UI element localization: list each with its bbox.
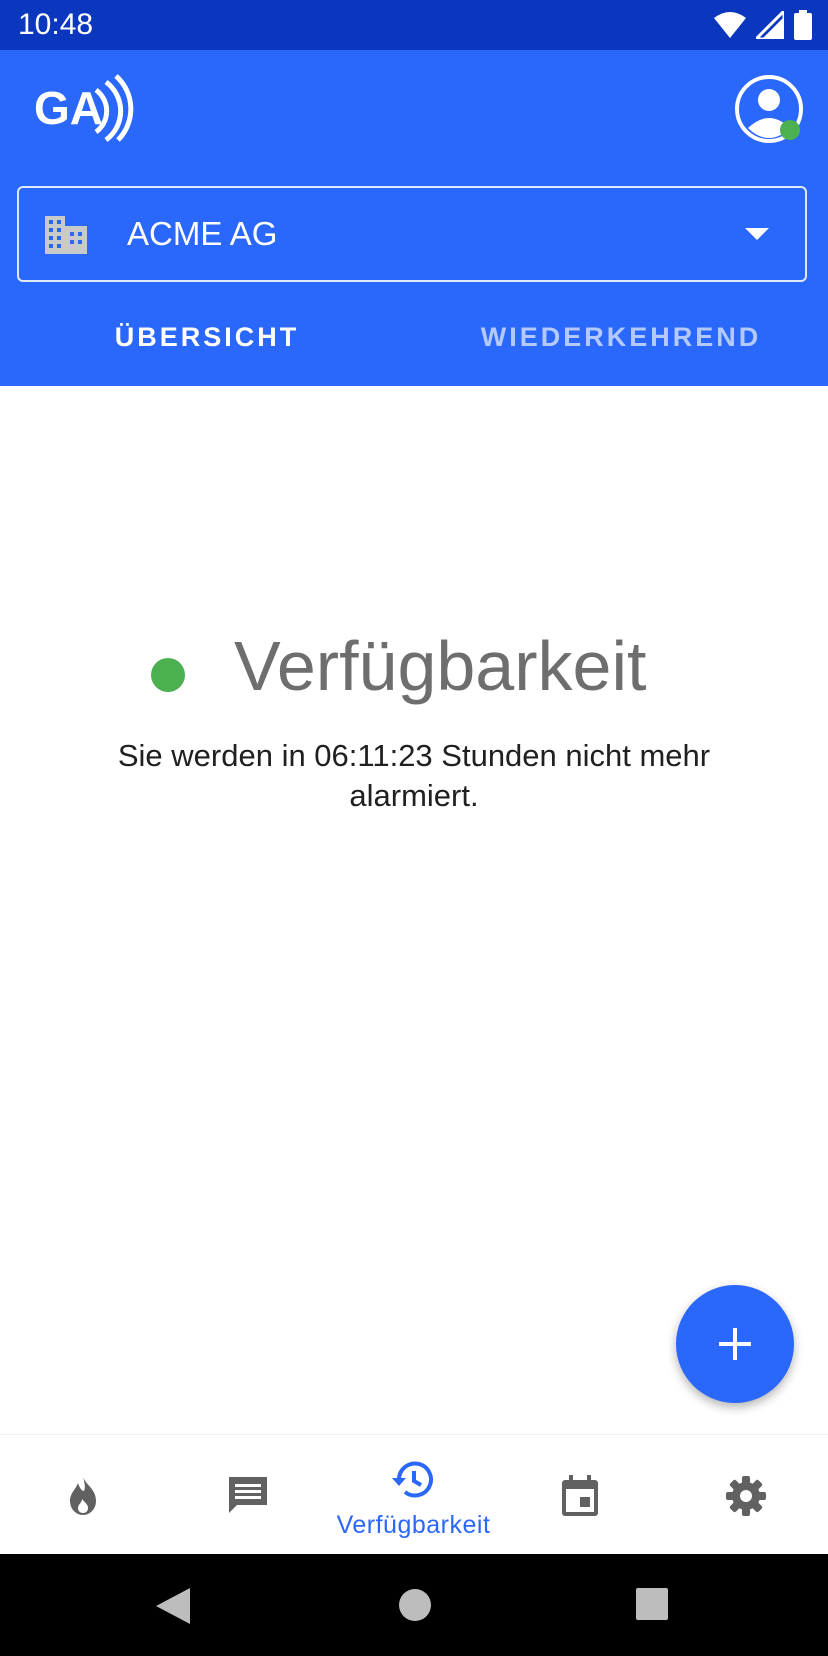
plus-icon [719,1328,751,1360]
tab-wiederkehrend[interactable]: WIEDERKEHREND [414,288,828,386]
nav-item-messages[interactable] [165,1435,330,1555]
nav-item-alarms[interactable] [0,1435,165,1555]
profile-button[interactable] [734,74,804,144]
organization-name: ACME AG [127,215,278,252]
organization-dropdown[interactable]: ACME AG [17,186,807,282]
dropdown-arrow-icon [745,228,769,240]
gear-icon [726,1476,766,1516]
battery-icon [794,10,812,40]
home-icon[interactable] [398,1588,432,1622]
org-section: ACME AG ÜBERSICHT WIEDERKEHREND [0,168,828,507]
tab-uebersicht-label: ÜBERSICHT [114,321,300,352]
nav-item-settings[interactable] [663,1435,828,1555]
tab-bar: ÜBERSICHT WIEDERKEHREND [0,288,828,507]
system-navigation-bar [0,1554,828,1656]
add-availability-button[interactable] [676,1285,794,1403]
status-icons [714,10,812,40]
back-icon[interactable] [156,1588,190,1624]
nav-item-availability-label: Verfügbarkeit [336,1511,491,1539]
recents-icon[interactable] [636,1588,668,1620]
online-status-dot [780,120,800,140]
cellular-signal-icon [756,11,784,39]
app-bar: GA [0,50,828,168]
status-bar: 10:48 [0,0,828,50]
tab-uebersicht[interactable]: ÜBERSICHT [0,288,414,386]
message-icon [229,1477,267,1513]
wifi-icon [714,12,746,38]
history-icon [392,1461,433,1498]
building-icon [45,216,87,254]
nav-item-calendar[interactable] [497,1435,662,1555]
availability-overview: Verfügbarkeit Sie werden in 06:11:23 Stu… [0,388,828,1434]
availability-message: Sie werden in 06:11:23 Stunden nicht meh… [117,738,711,813]
status-time: 10:48 [18,8,94,41]
availability-status-dot [151,658,185,692]
calendar-icon [562,1475,598,1516]
screen: 10:48 GA ACME AG ÜBERSICHT WIEDERKEHREND… [0,0,828,1656]
bottom-navigation: Verfügbarkeit [0,1434,828,1555]
flame-icon [70,1477,96,1515]
nav-item-availability[interactable]: Verfügbarkeit [331,1435,496,1555]
svg-text:GA: GA [34,82,103,134]
tab-wiederkehrend-label: WIEDERKEHREND [480,321,762,352]
app-logo: GA [34,74,134,143]
availability-title: Verfügbarkeit [234,627,647,705]
